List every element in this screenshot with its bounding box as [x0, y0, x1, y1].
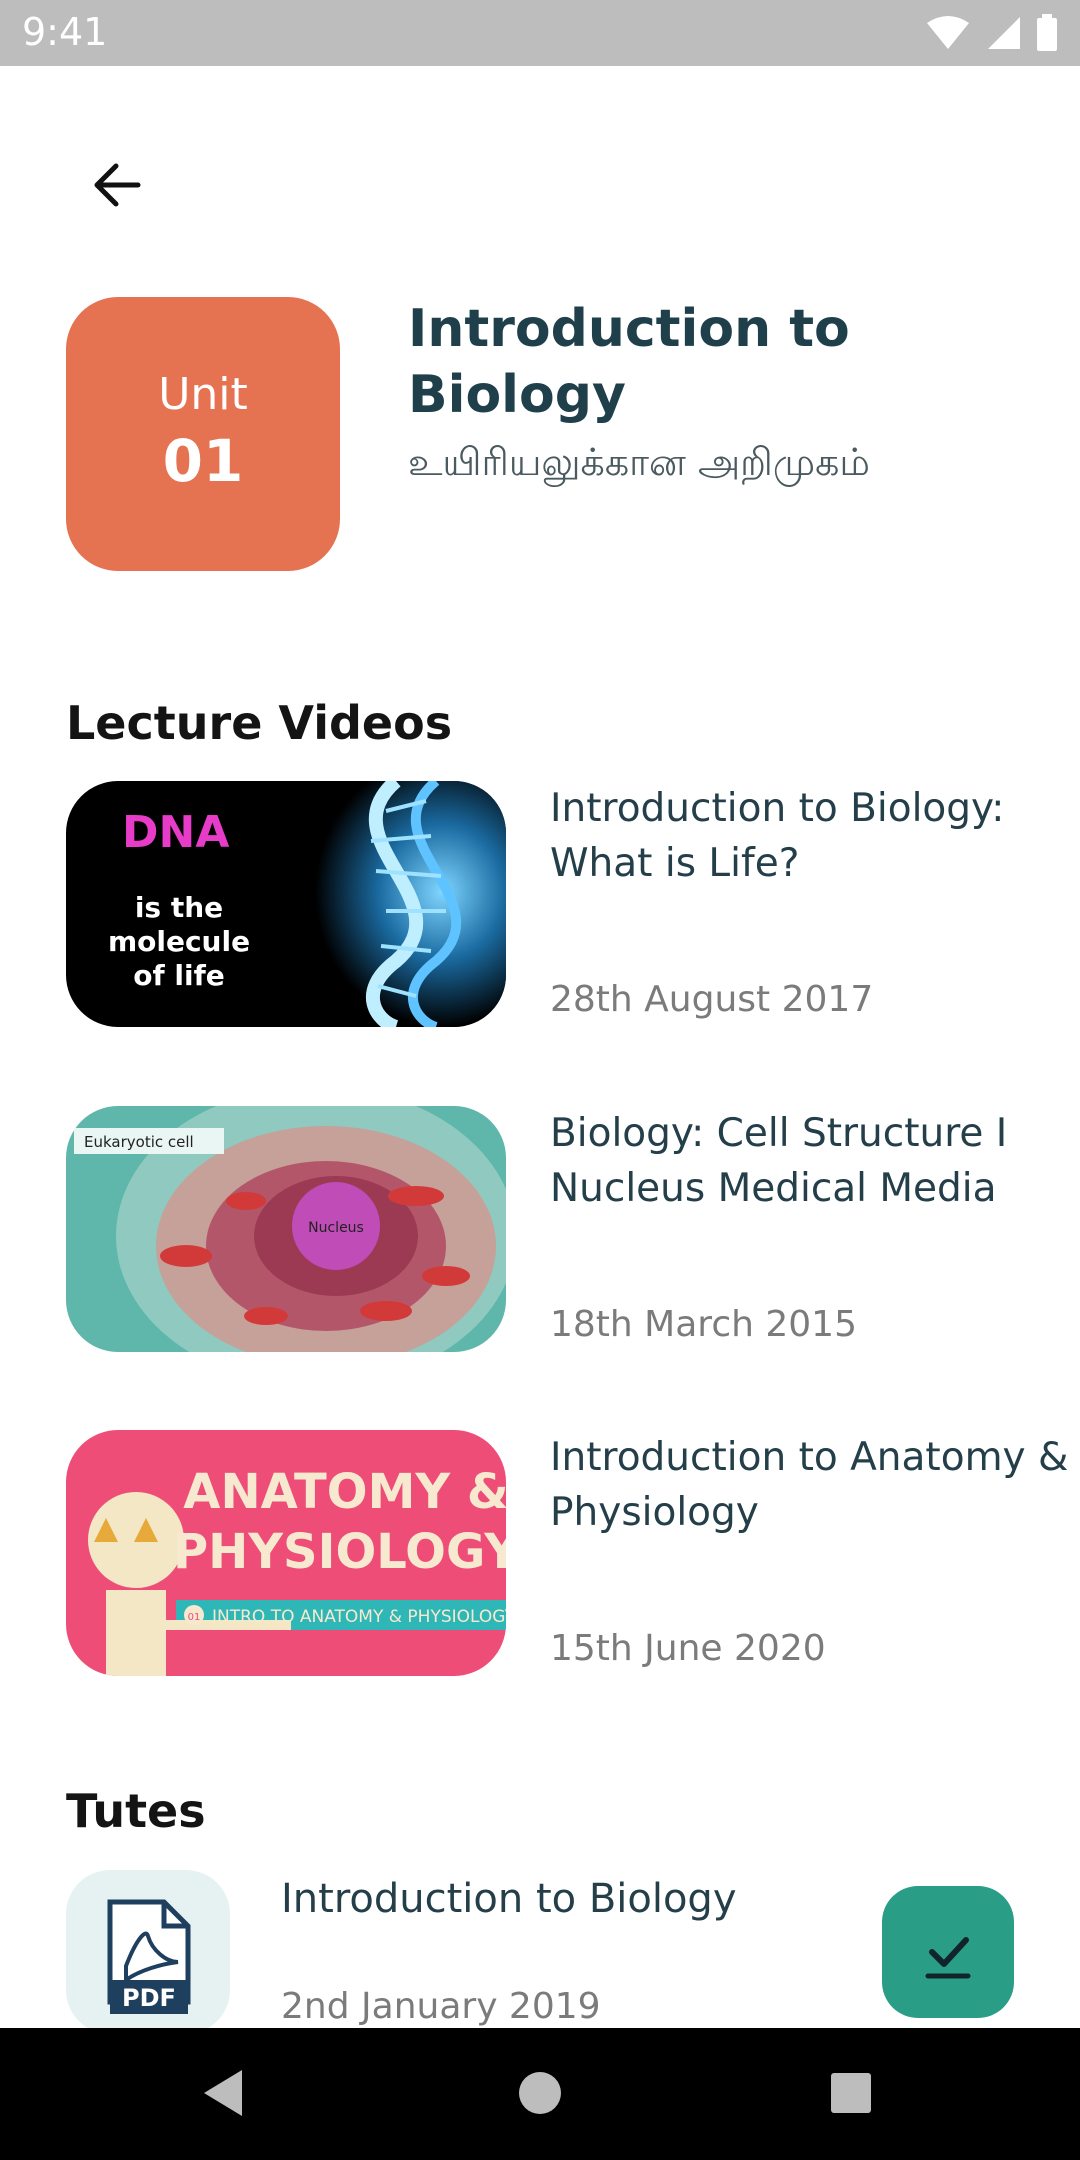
video-title[interactable]: Introduction to Biology: What is Life?: [550, 781, 1080, 891]
signal-icon: [984, 15, 1022, 51]
video-date: 18th March 2015: [550, 1304, 857, 1345]
page-title: Introduction to Biology: [408, 299, 850, 425]
video-thumbnail[interactable]: Eukaryotic cell Nucleus: [66, 1106, 506, 1352]
status-bar: 9:41: [0, 0, 1080, 66]
battery-icon: [1036, 14, 1058, 52]
status-time: 9:41: [22, 10, 108, 54]
thumb-badge: 01: [188, 1612, 201, 1623]
video-title[interactable]: Introduction to Anatomy & Physiology: [550, 1430, 1080, 1540]
video-item[interactable]: ANATOMY & PHYSIOLOGY 01 INTRO TO ANATOMY…: [66, 1430, 1068, 1676]
unit-number: 01: [162, 427, 244, 495]
download-fab-button[interactable]: [882, 1886, 1014, 2018]
tute-date: 2nd January 2019: [281, 1986, 601, 2027]
thumb-text: Nucleus: [308, 1220, 364, 1236]
section-heading-lecture-videos: Lecture Videos: [66, 696, 453, 750]
thumb-text: ANATOMY &: [183, 1464, 506, 1520]
video-title[interactable]: Biology: Cell Structure I Nucleus Medica…: [550, 1106, 1080, 1216]
download-done-icon: [882, 1937, 1014, 2022]
system-nav-bar: [0, 2028, 1080, 2160]
video-item[interactable]: Eukaryotic cell Nucleus Biology: Cell St…: [66, 1106, 1066, 1352]
page-subtitle: உயிரியலுக்கான அறிமுகம்: [408, 440, 870, 484]
thumb-text: of life: [133, 959, 225, 992]
section-heading-tutes: Tutes: [66, 1784, 206, 1838]
home-circle-icon[interactable]: [517, 2066, 563, 2124]
thumb-text: is the: [135, 891, 223, 924]
video-date: 15th June 2020: [550, 1628, 826, 1669]
video-thumbnail[interactable]: DNA is the molecule of life: [66, 781, 506, 1027]
video-item[interactable]: DNA is the molecule of life Introduction…: [66, 781, 1066, 1027]
tute-title[interactable]: Introduction to Biology: [281, 1876, 737, 1922]
video-date: 28th August 2017: [550, 979, 874, 1020]
thumb-text: INTRO TO ANATOMY & PHYSIOLOGY: [212, 1607, 506, 1627]
thumb-text: molecule: [108, 925, 250, 958]
arrow-left-icon: [86, 163, 148, 220]
pdf-label: PDF: [122, 1984, 176, 2012]
thumb-text: Eukaryotic cell: [84, 1133, 194, 1151]
thumb-text: PHYSIOLOGY: [173, 1524, 506, 1580]
wifi-icon: [926, 15, 970, 51]
video-thumbnail[interactable]: ANATOMY & PHYSIOLOGY 01 INTRO TO ANATOMY…: [66, 1430, 506, 1676]
back-triangle-icon[interactable]: [200, 2066, 248, 2124]
pdf-icon[interactable]: PDF: [66, 1870, 230, 2034]
thumb-text-dna: DNA: [122, 807, 229, 858]
recents-square-icon[interactable]: [828, 2066, 874, 2124]
unit-badge: Unit 01: [66, 297, 340, 571]
back-button[interactable]: [86, 154, 148, 216]
unit-label: Unit: [158, 369, 248, 420]
